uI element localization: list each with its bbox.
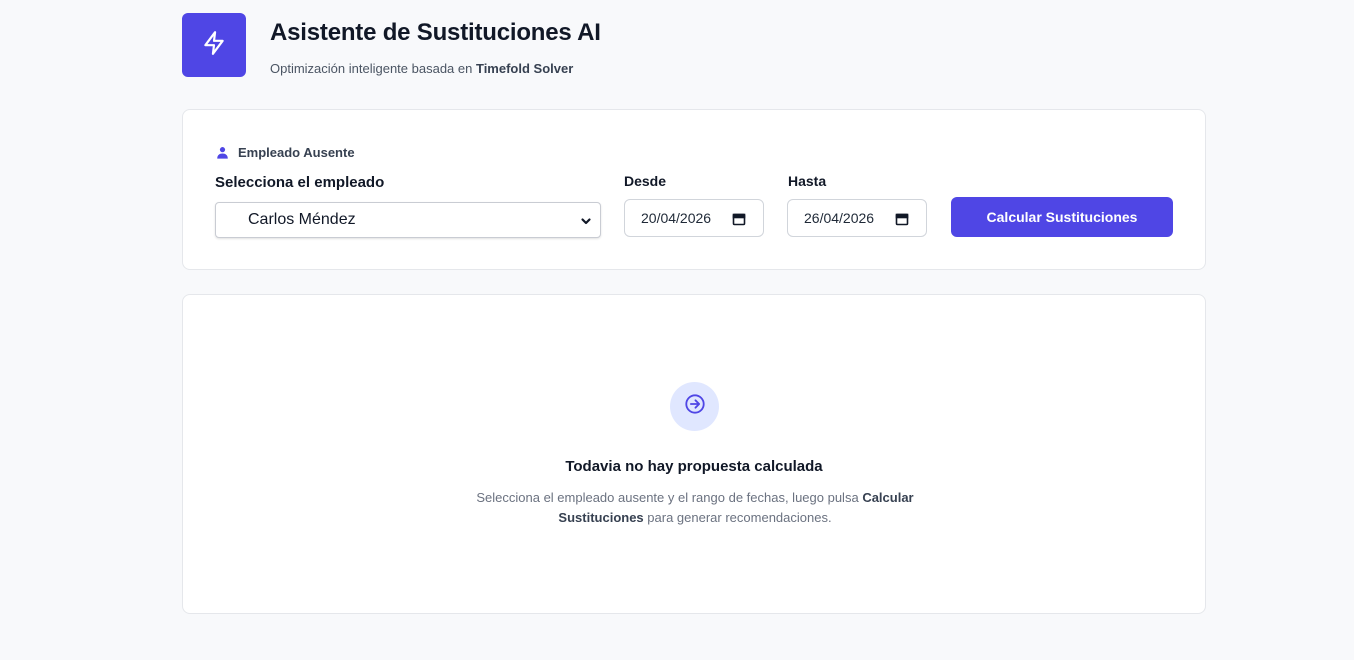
section-label-text: Empleado Ausente xyxy=(238,145,355,160)
hasta-label: Hasta xyxy=(788,173,827,189)
empty-state-icon-container xyxy=(670,382,719,431)
desde-date-value: 20/04/2026 xyxy=(641,210,712,226)
employee-label: Selecciona el empleado xyxy=(215,174,385,191)
empty-desc-bold2: Sustituciones xyxy=(558,510,644,525)
arrow-right-circle-icon xyxy=(684,393,706,420)
app-logo xyxy=(182,13,246,77)
page-container: Asistente de Sustituciones AI Optimizaci… xyxy=(182,13,1206,614)
subtitle-emphasis: Timefold Solver xyxy=(475,61,574,76)
empty-state-card: Todavia no hay propuesta calculada Selec… xyxy=(182,294,1206,614)
calendar-icon[interactable] xyxy=(732,212,746,229)
employee-select[interactable]: Carlos Méndez xyxy=(215,202,601,238)
calculate-substitutions-button[interactable]: Calcular Sustituciones xyxy=(951,197,1173,237)
calendar-icon[interactable] xyxy=(895,212,909,229)
empty-desc-part2: para generar recomendaciones. xyxy=(647,510,832,525)
hasta-date-input[interactable]: 26/04/2026 xyxy=(787,199,927,237)
employee-select-value: Carlos Méndez xyxy=(248,211,356,228)
empty-state-title: Todavia no hay propuesta calculada xyxy=(565,458,823,475)
hasta-date-value: 26/04/2026 xyxy=(804,210,875,226)
header-titles: Asistente de Sustituciones AI Optimizaci… xyxy=(270,19,601,76)
page-title: Asistente de Sustituciones AI xyxy=(270,19,601,46)
app-header: Asistente de Sustituciones AI Optimizaci… xyxy=(182,13,1206,77)
desde-label: Desde xyxy=(624,173,667,189)
subtitle-prefix: Optimización inteligente basada en xyxy=(270,61,473,76)
page-subtitle: Optimización inteligente basada en Timef… xyxy=(270,61,601,76)
chevron-down-icon xyxy=(580,214,592,232)
empty-desc-part1: Selecciona el empleado ausente y el rang… xyxy=(476,490,859,505)
empty-state-description: Selecciona el empleado ausente y el rang… xyxy=(455,488,935,528)
desde-date-input[interactable]: 20/04/2026 xyxy=(624,199,764,237)
user-icon xyxy=(216,146,229,159)
section-label: Empleado Ausente xyxy=(216,145,355,160)
absence-form-card: Empleado Ausente Selecciona el empleado … xyxy=(182,109,1206,270)
lightning-bolt-icon xyxy=(201,30,227,61)
empty-desc-bold1: Calcular xyxy=(862,490,914,505)
